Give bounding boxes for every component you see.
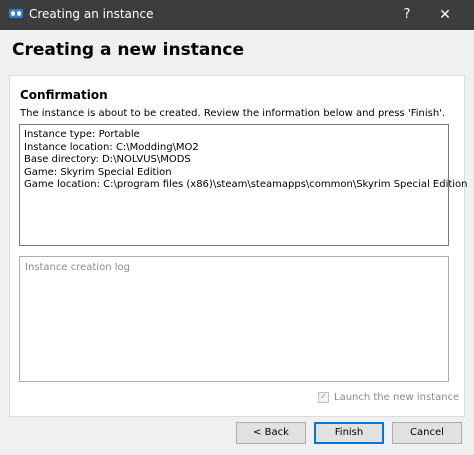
cancel-button[interactable]: Cancel — [392, 422, 462, 444]
summary-instance-location: Instance location: C:\Modding\MO2 — [24, 141, 199, 153]
title-bar: Creating an instance ? ✕ — [0, 0, 474, 30]
summary-base-directory: Base directory: D:\NOLVUS\MODS — [24, 154, 191, 165]
app-icon — [9, 9, 23, 18]
confirmation-description: The instance is about to be created. Rev… — [20, 108, 446, 119]
page-title: Creating a new instance — [12, 40, 245, 60]
instance-summary-box[interactable]: Instance type: Portable Instance locatio… — [19, 124, 468, 246]
summary-game-location: Game location: C:\program files (x86)\st… — [24, 179, 468, 190]
summary-instance-type: Instance type: Portable — [24, 129, 140, 140]
help-button[interactable]: ? — [396, 5, 418, 25]
launch-instance-option: ✓ Launch the new instance — [318, 389, 459, 405]
summary-game: Game: Skyrim Special Edition — [24, 166, 172, 178]
log-placeholder: Instance creation log — [25, 262, 130, 273]
finish-button[interactable]: Finish — [314, 422, 384, 444]
close-button[interactable]: ✕ — [434, 5, 456, 25]
instance-creation-log[interactable]: Instance creation log — [19, 256, 449, 382]
confirmation-heading: Confirmation — [20, 88, 108, 102]
back-button[interactable]: < Back — [236, 422, 306, 444]
launch-instance-checkbox: ✓ — [318, 391, 329, 403]
launch-instance-label: Launch the new instance — [334, 391, 460, 403]
window-title: Creating an instance — [29, 7, 154, 21]
